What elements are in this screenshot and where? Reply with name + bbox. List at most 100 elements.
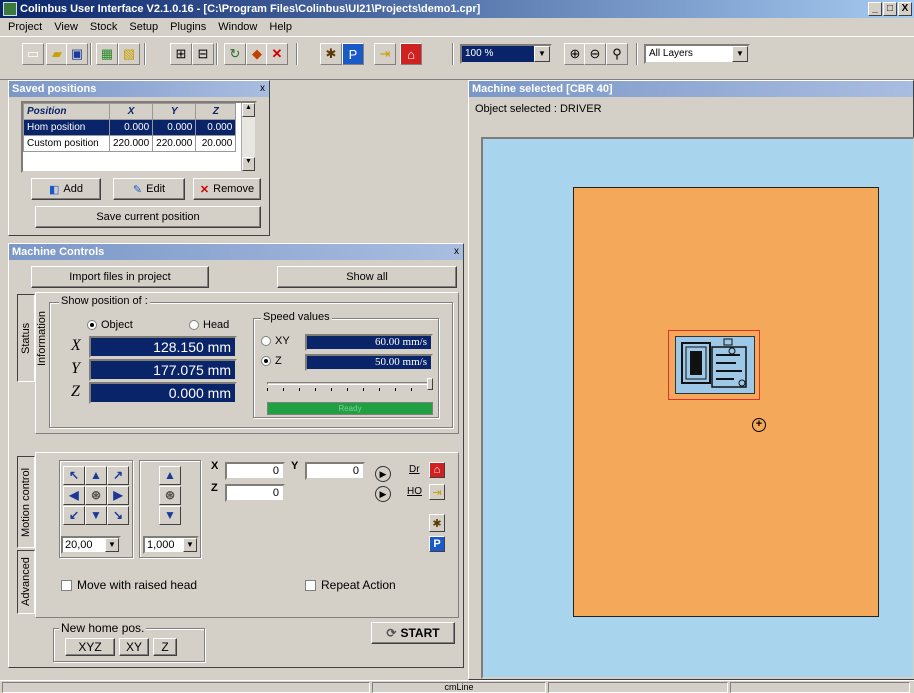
add-button[interactable]: ◧ Add: [31, 178, 101, 200]
home-icon[interactable]: ⌂: [400, 43, 422, 65]
driver-button[interactable]: Dr: [409, 464, 420, 475]
scroll-up-icon[interactable]: ▲: [242, 103, 255, 117]
arrow-down-right-icon[interactable]: ↘: [107, 506, 129, 525]
ho-button[interactable]: HO: [407, 486, 422, 497]
zoom-out-icon[interactable]: ⊖: [584, 43, 606, 65]
repeat-action-checkbox[interactable]: Repeat Action: [305, 578, 396, 592]
remove-button[interactable]: ✕ Remove: [193, 178, 261, 200]
target-z-input[interactable]: 0: [225, 484, 285, 502]
tab-advanced[interactable]: Advanced: [17, 550, 35, 614]
chevron-down-icon[interactable]: ▼: [732, 46, 748, 62]
table-row[interactable]: Custom position 220.000 220.000 20.000: [23, 135, 237, 152]
home-xyz-button[interactable]: XYZ: [65, 638, 115, 656]
save-icon[interactable]: ▣: [66, 43, 88, 65]
start-button[interactable]: ⟳ START: [371, 622, 455, 644]
chevron-down-icon[interactable]: ▼: [183, 538, 197, 552]
go-z-icon[interactable]: ▶: [375, 486, 391, 502]
machine-icon[interactable]: ✱: [429, 514, 445, 532]
zoom-in-icon[interactable]: ⊕: [564, 43, 586, 65]
home-z-button[interactable]: Z: [153, 638, 177, 656]
minimize-button[interactable]: _: [868, 2, 882, 16]
layout-icon[interactable]: ⊟: [192, 43, 214, 65]
menu-view[interactable]: View: [48, 21, 84, 33]
table-scrollbar[interactable]: ▲ ▼: [241, 103, 255, 171]
exit-icon[interactable]: ⇥: [429, 484, 445, 500]
arrow-up-right-icon[interactable]: ↗: [107, 466, 129, 485]
z-up-icon[interactable]: ▲: [159, 466, 181, 485]
speed-z-radio[interactable]: Z: [261, 355, 282, 367]
park-icon[interactable]: P: [429, 536, 445, 552]
close-icon[interactable]: x: [260, 81, 265, 97]
go-xy-icon[interactable]: ▶: [375, 466, 391, 482]
arrow-left-icon[interactable]: ◀: [63, 486, 85, 505]
col-z: Z: [195, 103, 237, 120]
menu-stock[interactable]: Stock: [84, 21, 124, 33]
toolbar: ▭ ▰ ▣ ▦ ▧ ⊞ ⊟ ↻ ◆ ✕ ✱ P ⇥ ⌂ 100 % ▼ ⊕ ⊖ …: [0, 36, 914, 80]
z-center-icon[interactable]: ⊛: [159, 486, 181, 505]
home-icon[interactable]: ⌂: [429, 462, 445, 478]
object-radio[interactable]: Object: [87, 319, 133, 331]
driver-object[interactable]: [675, 336, 755, 394]
zoom-combo[interactable]: 100 % ▼: [460, 44, 552, 64]
menu-project[interactable]: Project: [2, 21, 48, 33]
center-icon[interactable]: ⊛: [85, 486, 107, 505]
arrow-down-left-icon[interactable]: ↙: [63, 506, 85, 525]
menu-help[interactable]: Help: [263, 21, 298, 33]
delete-icon[interactable]: ✕: [266, 43, 288, 65]
exit-icon[interactable]: ⇥: [374, 43, 396, 65]
z-step-select[interactable]: 1,000 ▼: [143, 536, 199, 554]
tab-motion-control[interactable]: Motion control: [17, 456, 35, 548]
scroll-down-icon[interactable]: ▼: [242, 157, 255, 171]
show-all-button[interactable]: Show all: [277, 266, 457, 288]
grid-icon[interactable]: ⊞: [170, 43, 192, 65]
chevron-down-icon[interactable]: ▼: [534, 46, 550, 62]
close-button[interactable]: X: [898, 2, 912, 16]
speed-z-value: 50.00 mm/s: [305, 354, 433, 371]
save-current-position-button[interactable]: Save current position: [35, 206, 261, 228]
target-z-label: Z: [211, 482, 218, 494]
move-raised-head-checkbox[interactable]: Move with raised head: [61, 578, 197, 592]
target-y-input[interactable]: 0: [305, 462, 365, 480]
stock-sheet[interactable]: +: [573, 187, 879, 617]
zoom-search-icon[interactable]: ⚲: [606, 43, 628, 65]
speed-xy-radio[interactable]: XY: [261, 335, 290, 347]
open-folder-icon[interactable]: ▰: [46, 43, 68, 65]
import-icon[interactable]: ▦: [96, 43, 118, 65]
menu-setup[interactable]: Setup: [123, 21, 164, 33]
col-x: X: [108, 103, 154, 120]
close-icon[interactable]: x: [454, 244, 459, 260]
menu-window[interactable]: Window: [212, 21, 263, 33]
add-icon: ◧: [49, 183, 60, 196]
arrow-down-icon[interactable]: ▼: [85, 506, 107, 525]
arrow-right-icon[interactable]: ▶: [107, 486, 129, 505]
slider-thumb[interactable]: [427, 378, 433, 390]
selected-object-bbox[interactable]: [668, 330, 760, 400]
target-x-input[interactable]: 0: [225, 462, 285, 480]
layers-combo[interactable]: All Layers ▼: [644, 44, 750, 64]
machine-bed[interactable]: +: [481, 137, 914, 679]
edit-button[interactable]: ✎ Edit: [113, 178, 185, 200]
home-xy-button[interactable]: XY: [119, 638, 149, 656]
target-y-label: Y: [291, 460, 299, 472]
select-icon[interactable]: ◆: [246, 43, 268, 65]
arrow-up-icon[interactable]: ▲: [85, 466, 107, 485]
arrow-up-left-icon[interactable]: ↖: [63, 466, 85, 485]
z-down-icon[interactable]: ▼: [159, 506, 181, 525]
tab-status-information[interactable]: Status Information: [17, 294, 48, 382]
new-file-icon[interactable]: ▭: [22, 43, 44, 65]
maximize-button[interactable]: □: [883, 2, 897, 16]
refresh-icon[interactable]: ↻: [224, 43, 246, 65]
chevron-down-icon[interactable]: ▼: [105, 538, 119, 552]
canvas-title: Machine selected [CBR 40]: [469, 81, 913, 97]
stock-icon[interactable]: ▧: [118, 43, 140, 65]
speed-slider[interactable]: [267, 378, 433, 392]
import-files-button[interactable]: Import files in project: [31, 266, 209, 288]
machine-icon[interactable]: ✱: [320, 43, 342, 65]
y-position-value: 177.075 mm: [89, 359, 237, 381]
machine-controls-title: Machine Controls x: [9, 244, 463, 260]
park-icon[interactable]: P: [342, 43, 364, 65]
menu-plugins[interactable]: Plugins: [164, 21, 212, 33]
head-radio[interactable]: Head: [189, 319, 229, 331]
xy-step-select[interactable]: 20,00 ▼: [61, 536, 121, 554]
table-row[interactable]: Hom position 0.000 0.000 0.000: [23, 119, 237, 136]
